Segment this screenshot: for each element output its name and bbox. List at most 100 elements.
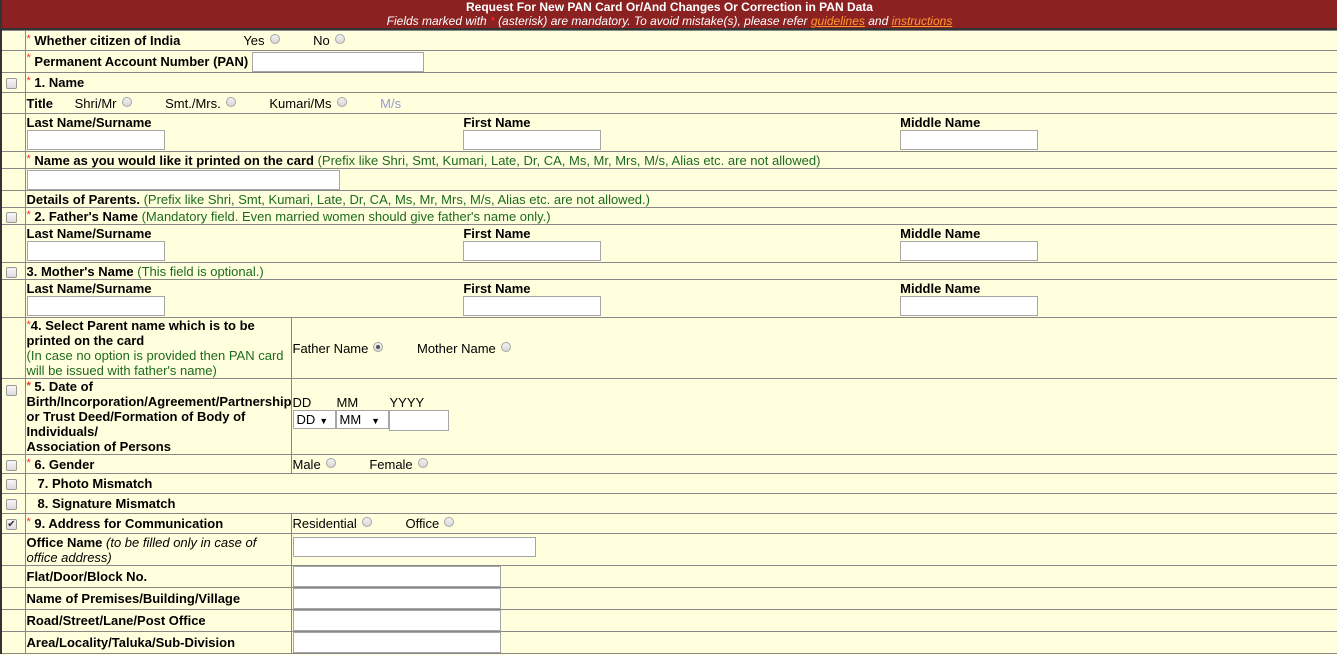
male-radio[interactable]	[325, 457, 336, 468]
father-last-input[interactable]	[26, 241, 165, 261]
address-field-row: Road/Street/Lane/Post Office	[0, 609, 1337, 632]
dob-label-last: Association of Persons	[26, 439, 171, 454]
father-note: (Mandatory field. Even married women sho…	[141, 208, 551, 224]
parents-note: (Prefix like Shri, Smt, Kumari, Late, Dr…	[143, 191, 650, 207]
name-section-row: * 1. Name	[0, 72, 1337, 93]
form-title: Request For New PAN Card Or/And Changes …	[466, 0, 873, 14]
photo-mismatch-row: 7. Photo Mismatch	[0, 473, 1337, 494]
area-label: Area/Locality/Taluka/Sub-Division	[26, 635, 236, 650]
day-select-value: DD	[296, 412, 316, 427]
father-fields-row: Last Name/Surname First Name Middle Name	[0, 224, 1337, 263]
middle-name-input[interactable]	[900, 130, 1039, 150]
dob-label-line1: 5. Date of	[34, 379, 93, 394]
address-field-row: Area/Locality/Taluka/Sub-Division	[0, 631, 1337, 654]
first-name-label: First Name	[463, 115, 531, 130]
mother-first-input[interactable]	[463, 296, 602, 316]
pan-row: * Permanent Account Number (PAN)	[0, 50, 1337, 73]
father-first-input[interactable]	[463, 241, 602, 261]
address-label: 9. Address for Communication	[34, 516, 224, 531]
office-label: Office	[405, 516, 440, 531]
citizen-label: Whether citizen of India	[34, 33, 181, 48]
father-checkbox[interactable]	[6, 211, 17, 223]
parent-select-row: *4. Select Parent name which is to be pr…	[0, 317, 1337, 379]
father-first-label: First Name	[463, 226, 531, 241]
mother-last-label: Last Name/Surname	[26, 281, 152, 296]
last-name-input[interactable]	[26, 130, 165, 150]
address-field-row: Flat/Door/Block No.	[0, 565, 1337, 588]
parents-row: Details of Parents. (Prefix like Shri, S…	[0, 190, 1337, 208]
first-name-input[interactable]	[463, 130, 602, 150]
citizen-no-label: No	[313, 33, 330, 48]
signature-mismatch-checkbox[interactable]	[6, 499, 17, 511]
yyyy-label: YYYY	[389, 395, 425, 410]
mother-name-option-label: Mother Name	[417, 340, 496, 356]
mother-fields-row: Last Name/Surname First Name Middle Name	[0, 279, 1337, 318]
father-middle-label: Middle Name	[900, 226, 981, 241]
instructions-link[interactable]: instructions	[892, 14, 953, 28]
dropdown-arrow-icon: ▼	[319, 416, 329, 426]
road-input[interactable]	[292, 610, 501, 631]
dob-row: * 5. Date of Birth/Incorporation/Agreeme…	[0, 378, 1337, 455]
name-checkbox[interactable]	[6, 78, 17, 90]
title-shri-radio[interactable]	[121, 96, 132, 107]
photo-mismatch-checkbox[interactable]	[6, 479, 17, 491]
road-label: Road/Street/Lane/Post Office	[26, 613, 206, 628]
mother-middle-label: Middle Name	[900, 281, 981, 296]
premises-label: Name of Premises/Building/Village	[26, 591, 241, 606]
father-middle-input[interactable]	[900, 241, 1039, 261]
title-kumari-label: Kumari/Ms	[269, 95, 332, 111]
male-label: Male	[292, 456, 321, 472]
citizen-row: * Whether citizen of India Yes No	[0, 30, 1337, 51]
parent-select-label: 4. Select Parent name which is to be pri…	[26, 318, 255, 348]
title-ms-label: M/s	[380, 95, 402, 111]
flat-label: Flat/Door/Block No.	[26, 569, 148, 584]
month-select[interactable]: MM ▼	[335, 410, 389, 429]
month-select-value: MM	[339, 412, 362, 427]
year-input[interactable]	[388, 410, 449, 431]
dob-checkbox[interactable]	[6, 385, 17, 397]
mother-note: (This field is optional.)	[137, 263, 264, 279]
office-radio[interactable]	[444, 517, 455, 527]
asterisk-mark: *	[490, 14, 495, 28]
middle-name-label: Middle Name	[900, 115, 981, 130]
form-header: Request For New PAN Card Or/And Changes …	[0, 0, 1337, 30]
mother-middle-input[interactable]	[900, 296, 1039, 316]
card-name-input[interactable]	[26, 169, 340, 190]
dropdown-arrow-icon: ▼	[371, 416, 381, 426]
card-name-note: (Prefix like Shri, Smt, Kumari, Late, Dr…	[317, 152, 821, 168]
mother-last-input[interactable]	[26, 296, 165, 316]
female-label: Female	[369, 456, 413, 472]
residential-radio[interactable]	[361, 517, 372, 527]
day-select[interactable]: DD ▼	[292, 410, 336, 429]
mother-first-label: First Name	[463, 281, 531, 296]
guidelines-link[interactable]: guidelines	[811, 14, 865, 28]
required-marker: *	[26, 152, 31, 165]
father-last-label: Last Name/Surname	[26, 226, 152, 241]
citizen-no-radio[interactable]	[334, 34, 345, 44]
address-checkbox[interactable]: ✔	[6, 519, 17, 531]
mother-label: 3. Mother's Name	[26, 263, 134, 279]
title-kumari-radio[interactable]	[336, 96, 347, 107]
residential-label: Residential	[292, 516, 357, 531]
gender-checkbox[interactable]	[6, 459, 17, 471]
premises-input[interactable]	[292, 588, 501, 609]
title-shri-label: Shri/Mr	[74, 95, 117, 111]
address-row: ✔ * 9. Address for Communication Residen…	[0, 513, 1337, 534]
required-marker: *	[26, 33, 31, 45]
and-text: and	[868, 14, 889, 28]
area-input[interactable]	[292, 632, 501, 653]
required-marker: *	[26, 516, 31, 528]
father-name-radio[interactable]	[373, 341, 384, 352]
mother-name-radio[interactable]	[500, 341, 511, 352]
name-fields-row: Last Name/Surname First Name Middle Name	[0, 113, 1337, 152]
title-smt-radio[interactable]	[225, 96, 236, 107]
flat-input[interactable]	[292, 566, 501, 587]
pan-input[interactable]	[251, 51, 424, 72]
gender-row: * 6. Gender Male Female	[0, 454, 1337, 474]
citizen-yes-radio[interactable]	[269, 34, 280, 44]
mother-checkbox[interactable]	[6, 266, 17, 278]
name-section-label: 1. Name	[34, 75, 85, 90]
office-name-label: Office Name	[26, 534, 103, 550]
female-radio[interactable]	[417, 457, 428, 468]
office-name-input[interactable]	[292, 537, 536, 557]
